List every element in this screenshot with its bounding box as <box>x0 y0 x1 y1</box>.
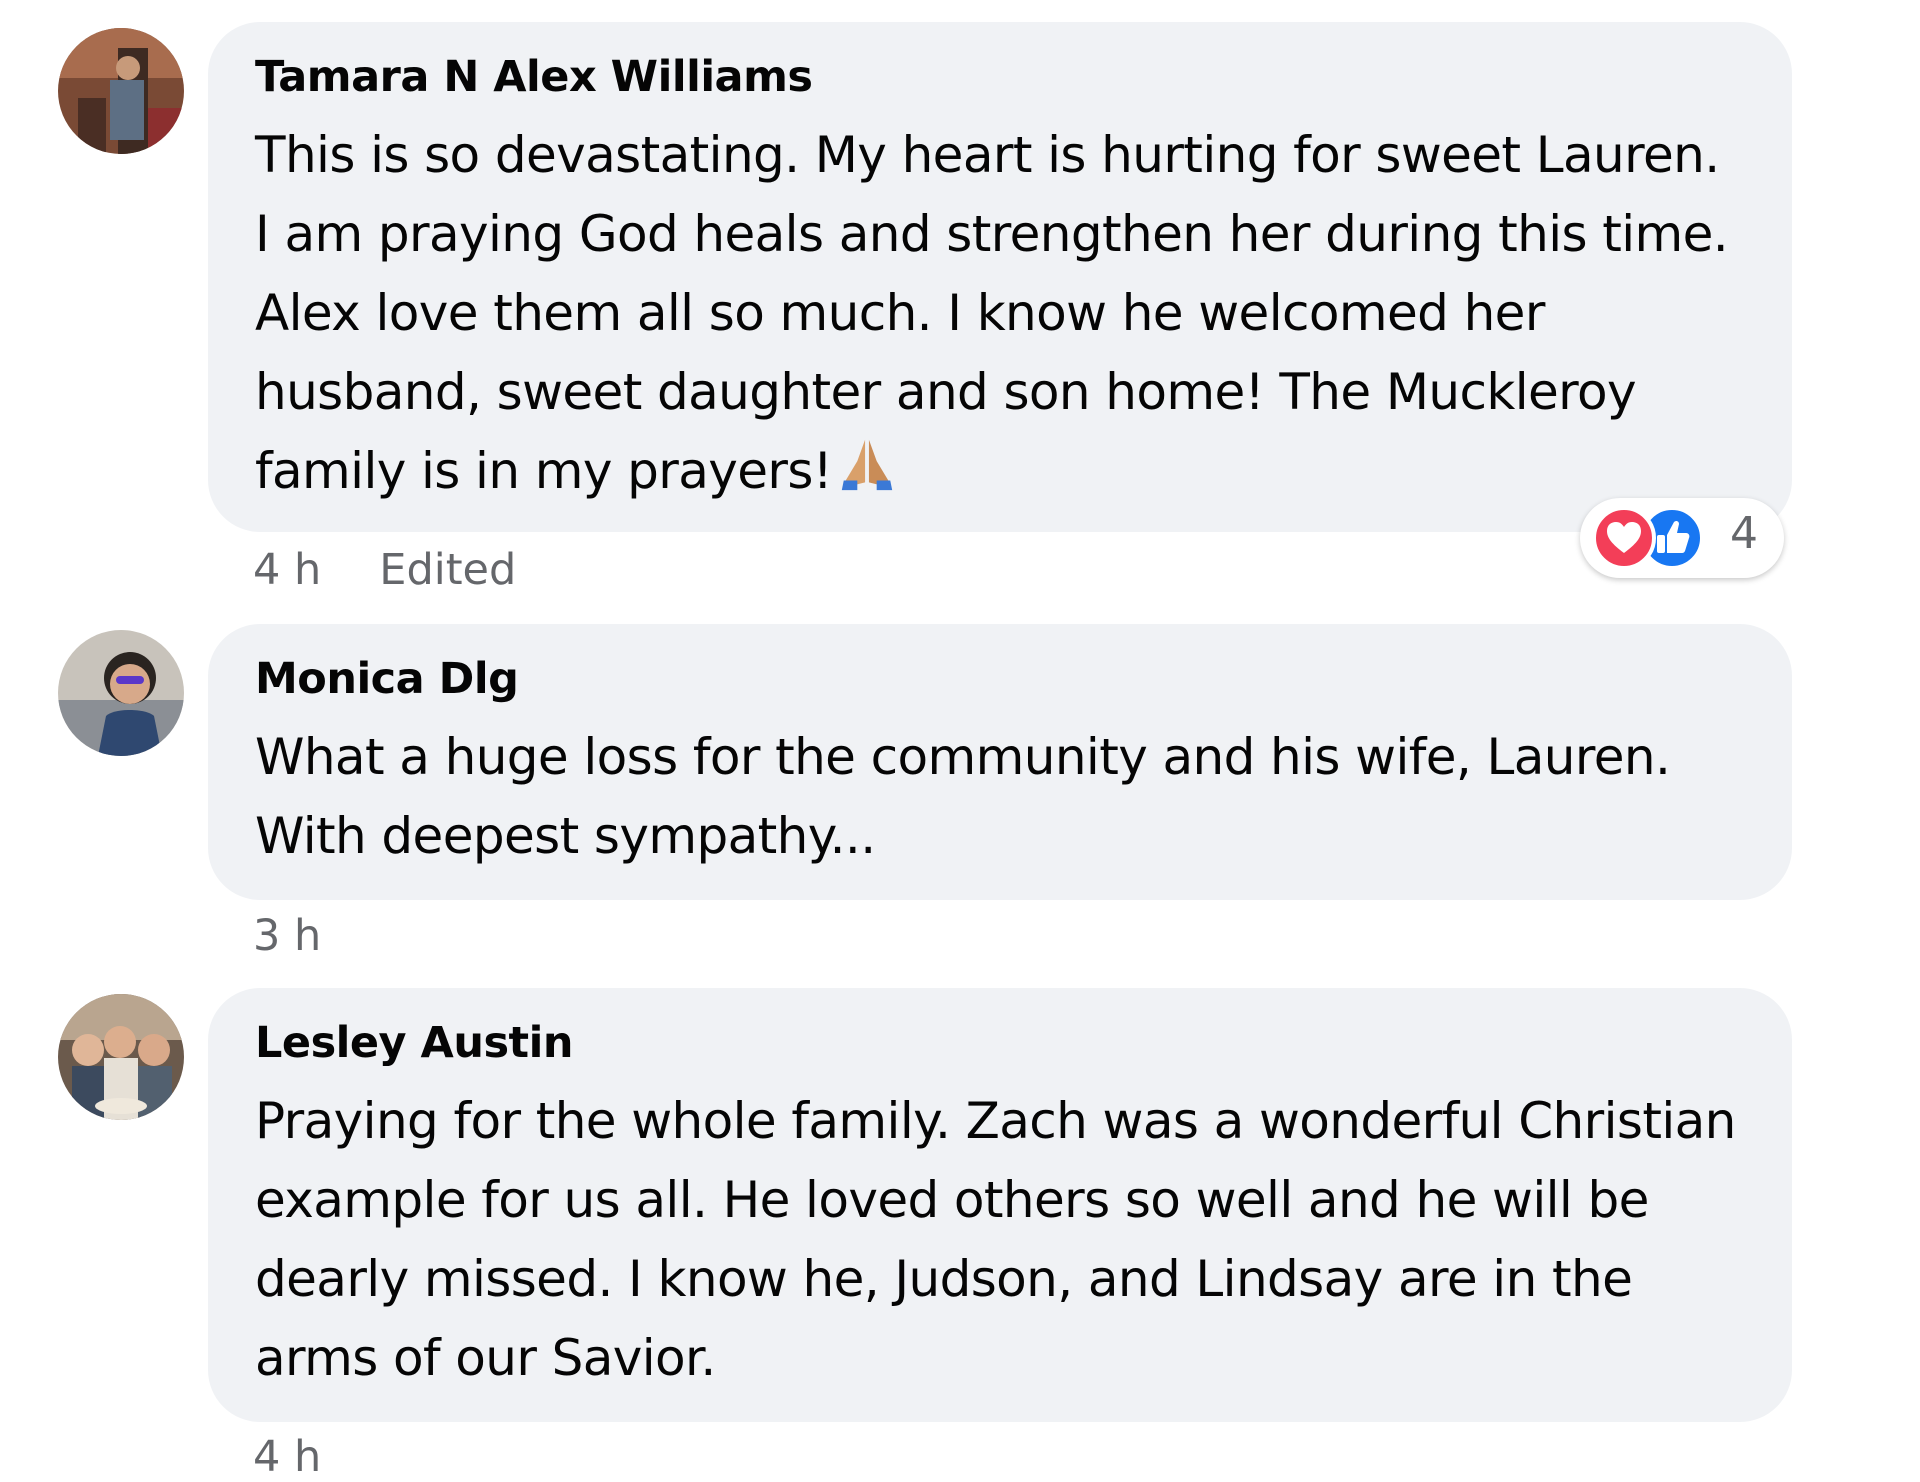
reaction-count: 4 <box>1730 508 1758 559</box>
comment-author[interactable]: Tamara N Alex Williams <box>255 50 1744 104</box>
edited-label[interactable]: Edited <box>379 545 516 595</box>
avatar[interactable] <box>58 630 184 756</box>
comment-bubble: Tamara N Alex Williams This is so devast… <box>208 22 1792 532</box>
comment-text: This is so devastating. My heart is hurt… <box>255 116 1744 517</box>
comment-timestamp[interactable]: 4 h <box>253 545 321 595</box>
reactions-summary[interactable]: 4 <box>1580 498 1784 578</box>
comment-author[interactable]: Lesley Austin <box>255 1016 1744 1070</box>
folded-hands-icon <box>836 432 898 517</box>
avatar[interactable] <box>58 28 184 154</box>
comment-text: Praying for the whole family. Zach was a… <box>255 1092 1736 1387</box>
comment-text-body: This is so devastating. My heart is hurt… <box>255 126 1729 500</box>
comment-author[interactable]: Monica Dlg <box>255 652 1744 706</box>
comment-bubble: Monica Dlg What a huge loss for the comm… <box>208 624 1792 900</box>
comment-meta: 4 h Edited <box>253 545 516 595</box>
comment-bubble: Lesley Austin Praying for the whole fami… <box>208 988 1792 1422</box>
comment-text: What a huge loss for the community and h… <box>255 728 1671 865</box>
comment-meta: 4 h <box>253 1432 321 1482</box>
comment-timestamp[interactable]: 3 h <box>253 911 321 961</box>
comment-timestamp[interactable]: 4 h <box>253 1432 321 1482</box>
avatar-photo <box>58 28 184 154</box>
avatar-photo <box>58 630 184 756</box>
love-icon <box>1592 506 1656 570</box>
avatar-photo <box>58 994 184 1120</box>
avatar[interactable] <box>58 994 184 1120</box>
comment-meta: 3 h <box>253 911 321 961</box>
